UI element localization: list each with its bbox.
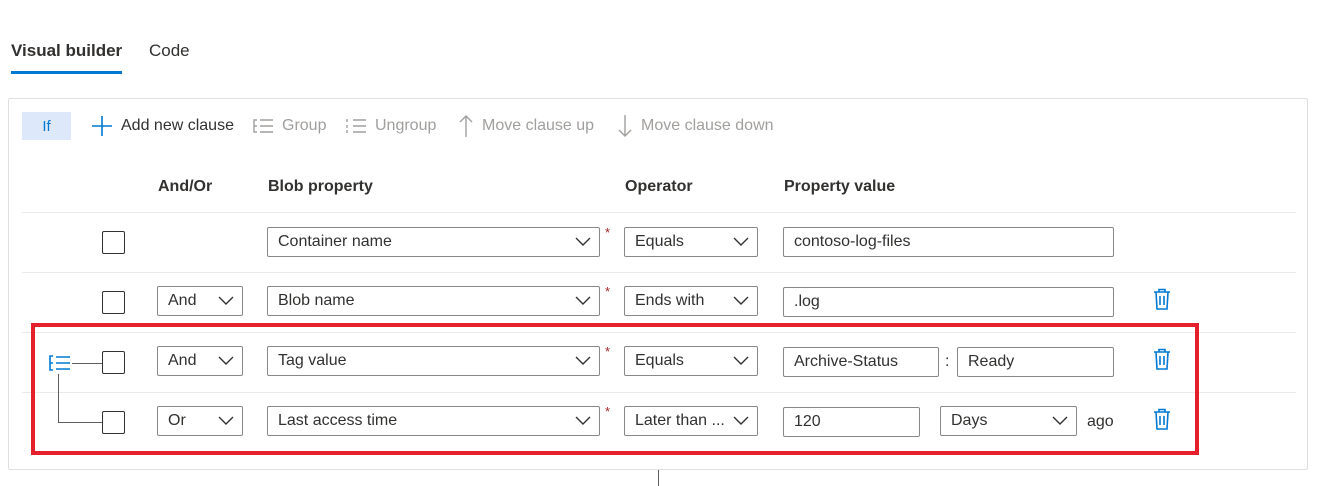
move-down-button[interactable]: Move clause down xyxy=(617,111,774,141)
group-label: Group xyxy=(282,117,327,134)
row-checkbox[interactable] xyxy=(102,231,125,254)
row-checkbox[interactable] xyxy=(102,291,125,314)
blob-property-value: Container name xyxy=(278,233,392,250)
ungroup-icon xyxy=(346,119,366,133)
tab-code[interactable]: Code xyxy=(149,40,190,74)
header-and-or: And/Or xyxy=(158,178,213,195)
required-marker: * xyxy=(605,284,611,299)
and-or-dropdown[interactable]: And xyxy=(157,286,243,316)
and-or-value: And xyxy=(168,292,197,309)
row-divider xyxy=(22,212,1296,213)
add-clause-label: Add new clause xyxy=(121,117,234,134)
group-icon xyxy=(253,119,273,133)
required-marker: * xyxy=(605,225,611,240)
operator-value: Equals xyxy=(635,233,684,250)
ungroup-label: Ungroup xyxy=(375,117,437,134)
tab-visual-builder[interactable]: Visual builder xyxy=(11,40,123,74)
chevron-down-icon xyxy=(218,296,234,305)
operator-dropdown[interactable]: Equals xyxy=(624,227,758,257)
move-up-button[interactable]: Move clause up xyxy=(458,111,594,141)
operator-value: Ends with xyxy=(635,292,705,309)
arrow-up-icon xyxy=(459,115,473,137)
header-operator: Operator xyxy=(625,178,693,195)
add-clause-button[interactable]: Add new clause xyxy=(91,111,234,141)
blob-property-dropdown[interactable]: Blob name xyxy=(267,286,600,316)
row-divider xyxy=(22,272,1296,273)
blob-property-dropdown[interactable]: Container name xyxy=(267,227,600,257)
highlight-box xyxy=(31,323,1199,455)
header-property-value: Property value xyxy=(784,178,896,195)
chevron-down-icon xyxy=(733,237,749,246)
flow-connector-line xyxy=(658,470,659,486)
move-up-label: Move clause up xyxy=(482,117,595,134)
plus-icon xyxy=(92,116,112,136)
operator-dropdown[interactable]: Ends with xyxy=(624,286,758,316)
delete-icon[interactable] xyxy=(1153,288,1171,310)
header-blob-property: Blob property xyxy=(268,178,373,195)
chevron-down-icon xyxy=(733,296,749,305)
chevron-down-icon xyxy=(575,296,591,305)
property-value-input[interactable]: .log xyxy=(783,287,1114,317)
chevron-down-icon xyxy=(575,237,591,246)
arrow-down-icon xyxy=(618,115,632,137)
group-button[interactable]: Group xyxy=(252,111,326,141)
move-down-label: Move clause down xyxy=(641,117,774,134)
blob-property-value: Blob name xyxy=(278,292,355,309)
property-value-input[interactable]: contoso-log-files xyxy=(783,227,1114,257)
ungroup-button[interactable]: Ungroup xyxy=(345,111,436,141)
